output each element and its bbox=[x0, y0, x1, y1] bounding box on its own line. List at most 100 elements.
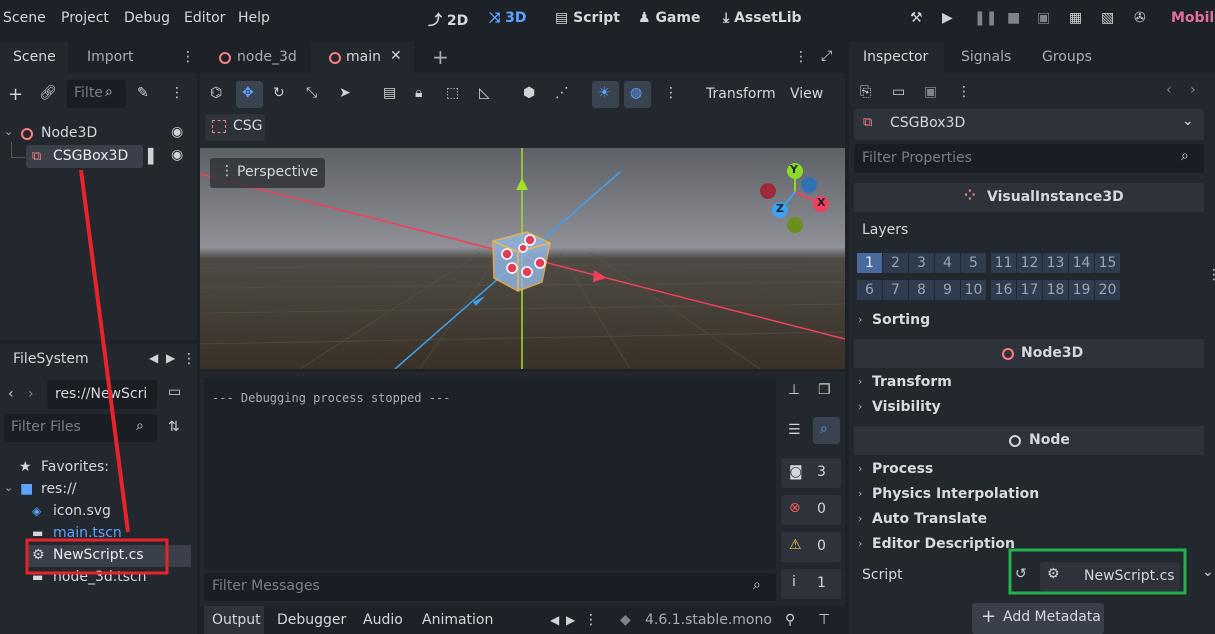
workspace-3d-button[interactable]: ⤨ 3D bbox=[489, 10, 526, 26]
history-back-icon[interactable]: ‹ bbox=[1166, 82, 1172, 98]
tree-item-csgbox3d[interactable]: ⧉ CSGBox3D bbox=[26, 145, 143, 168]
layer-cell[interactable]: 15 bbox=[1095, 253, 1120, 273]
attach-script-icon[interactable]: ✎ bbox=[137, 85, 149, 101]
layer-cell[interactable]: 3 bbox=[909, 253, 934, 273]
resource-menu-icon[interactable]: ⋮ bbox=[957, 84, 971, 100]
section-editor-description[interactable]: › Editor Description bbox=[854, 533, 1204, 557]
filter-toggle-button[interactable]: ⌕ bbox=[813, 417, 840, 444]
script-resource-picker[interactable]: ⚙ NewScript.cs bbox=[1040, 562, 1180, 591]
file-item-main-tscn[interactable]: ▬ main.tscn bbox=[0, 523, 197, 545]
section-sorting[interactable]: › Sorting bbox=[854, 309, 1204, 333]
tab-debugger[interactable]: Debugger bbox=[277, 612, 346, 628]
tabs-menu-icon[interactable]: ⋮ bbox=[794, 49, 808, 65]
layer-cell[interactable]: 11 bbox=[991, 253, 1016, 273]
environment-preview-button[interactable]: ◍ bbox=[624, 81, 651, 108]
ruler-icon[interactable]: ◺ bbox=[479, 85, 490, 101]
layer-cell[interactable]: 16 bbox=[991, 280, 1016, 300]
tab-animation[interactable]: Animation bbox=[422, 612, 493, 628]
new-tab-icon[interactable]: + bbox=[432, 45, 449, 69]
file-item-newscript-cs[interactable]: ⚙ NewScript.cs bbox=[26, 545, 191, 567]
tab-inspector[interactable]: Inspector bbox=[849, 42, 944, 73]
layer-cell[interactable]: 10 bbox=[961, 280, 986, 300]
layer-cell[interactable]: 17 bbox=[1017, 280, 1042, 300]
pin-icon[interactable]: ⚲ bbox=[785, 612, 795, 628]
visibility-eye-icon[interactable]: ◉ bbox=[171, 124, 183, 140]
tab-groups[interactable]: Groups bbox=[1042, 49, 1092, 65]
info-count-button[interactable]: ⅰ 1 bbox=[781, 569, 841, 599]
tab-output[interactable]: Output bbox=[204, 606, 264, 634]
file-item-res[interactable]: ⌄ ■ res:// bbox=[0, 479, 197, 501]
layer-cell[interactable]: 12 bbox=[1017, 253, 1042, 273]
gizmo-y-label[interactable]: Y bbox=[790, 163, 798, 176]
load-resource-icon[interactable]: ▭ bbox=[892, 84, 905, 100]
gizmo-x-label[interactable]: X bbox=[817, 196, 825, 209]
gizmo-z-label[interactable]: Z bbox=[776, 202, 784, 215]
panel-menu-icon[interactable]: ⋮ bbox=[584, 612, 598, 628]
lock-icon[interactable]: 🔒︎ bbox=[415, 85, 422, 101]
file-item-favorites[interactable]: ★ Favorites: bbox=[0, 457, 197, 479]
split-view-icon[interactable]: ▭ bbox=[168, 384, 181, 400]
group-icon[interactable]: ⬚ bbox=[446, 85, 459, 101]
expand-panel-icon[interactable]: ⊤ bbox=[818, 612, 830, 628]
script-attached-icon[interactable]: ▌ bbox=[148, 149, 159, 165]
workspace-assetlib-button[interactable]: ⤓ AssetLib bbox=[723, 10, 802, 26]
scene-menu-icon[interactable]: ⋮ bbox=[170, 85, 184, 101]
distraction-free-icon[interactable]: ⤢ bbox=[821, 48, 832, 64]
pause-icon[interactable]: ❚❚ bbox=[974, 10, 997, 26]
new-resource-icon[interactable]: ⎘ bbox=[860, 84, 871, 100]
chevron-right-icon[interactable]: ▶ bbox=[566, 613, 575, 627]
layer-cell[interactable]: 6 bbox=[857, 280, 882, 300]
tab-scene[interactable]: Scene bbox=[0, 42, 68, 73]
layer-cell[interactable]: 18 bbox=[1043, 280, 1068, 300]
layer-cell[interactable]: 7 bbox=[883, 280, 908, 300]
tab-main[interactable]: main ✕ bbox=[311, 42, 414, 73]
menu-scene[interactable]: Scene bbox=[3, 10, 46, 26]
dock-menu-icon[interactable]: ⋮ bbox=[182, 351, 196, 367]
revert-icon[interactable]: ↺ bbox=[1015, 566, 1027, 582]
tab-import[interactable]: Import bbox=[87, 49, 133, 65]
file-item-node3d-tscn[interactable]: ▬ node_3d.tscn bbox=[0, 567, 197, 589]
message-count-button[interactable]: ◙ 3 bbox=[781, 458, 841, 488]
section-transform[interactable]: › Transform bbox=[854, 371, 1204, 395]
list-select-icon[interactable]: ➤ bbox=[339, 85, 351, 101]
layer-cell[interactable]: 14 bbox=[1069, 253, 1094, 273]
layer-cell[interactable]: 2 bbox=[883, 253, 908, 273]
sun-preview-button[interactable]: ☀ bbox=[592, 81, 619, 108]
local-space-icon[interactable]: ▤ bbox=[383, 85, 396, 101]
section-process[interactable]: › Process bbox=[854, 458, 1204, 482]
workspace-game-button[interactable]: ♟ Game bbox=[638, 10, 700, 26]
section-visualinstance3d[interactable]: ⁘ VisualInstance3D bbox=[854, 183, 1204, 212]
tree-item-node3d[interactable]: ⌄ Node3D ◉ bbox=[0, 123, 197, 145]
rotate-mode-icon[interactable]: ↻ bbox=[273, 85, 285, 101]
path-input[interactable]: res://NewScri bbox=[47, 380, 157, 409]
remote-debug-icon[interactable]: ▣ bbox=[1037, 10, 1050, 26]
chevron-right-icon[interactable]: ▶ bbox=[166, 351, 175, 365]
viewport-3d[interactable]: Y X Z ⋮ Perspective bbox=[200, 148, 845, 369]
transform-menu[interactable]: Transform bbox=[706, 86, 776, 102]
clear-output-icon[interactable]: ⊥ bbox=[788, 382, 800, 398]
preview-menu-icon[interactable]: ⋮ bbox=[664, 85, 678, 101]
workspace-script-button[interactable]: ▤ Script bbox=[555, 10, 620, 26]
back-arrow-icon[interactable]: ‹ bbox=[8, 386, 14, 402]
add-metadata-button[interactable]: + Add Metadata bbox=[972, 603, 1104, 634]
play-custom-scene-icon[interactable]: ▧ bbox=[1101, 10, 1114, 26]
warning-count-button[interactable]: ⚠ 0 bbox=[781, 532, 841, 562]
csg-button[interactable]: CSG bbox=[205, 114, 265, 141]
layer-cell[interactable]: 19 bbox=[1069, 280, 1094, 300]
layer-cell[interactable]: 13 bbox=[1043, 253, 1068, 273]
perspective-menu[interactable]: ⋮ Perspective bbox=[210, 158, 325, 188]
version-label[interactable]: 4.6.1.stable.mono bbox=[645, 612, 772, 628]
file-item-icon-svg[interactable]: ◈ icon.svg bbox=[0, 501, 197, 523]
chevron-left-icon[interactable]: ◀ bbox=[550, 613, 559, 627]
tab-audio[interactable]: Audio bbox=[363, 612, 403, 628]
scale-mode-icon[interactable]: ⤡ bbox=[306, 85, 317, 101]
section-node[interactable]: Node bbox=[854, 426, 1204, 455]
scene-filter-input[interactable]: Filter ⌕ bbox=[67, 80, 126, 108]
history-forward-icon[interactable]: › bbox=[1190, 82, 1196, 98]
movie-maker-icon[interactable]: ✇ bbox=[1134, 10, 1146, 26]
select-mode-icon[interactable]: ⌬ bbox=[210, 85, 222, 101]
file-filter-input[interactable]: Filter Files ⌕ bbox=[4, 414, 157, 442]
layer-cell[interactable]: 20 bbox=[1095, 280, 1120, 300]
chevron-left-icon[interactable]: ◀ bbox=[149, 351, 158, 365]
close-icon[interactable]: ✕ bbox=[390, 48, 402, 64]
